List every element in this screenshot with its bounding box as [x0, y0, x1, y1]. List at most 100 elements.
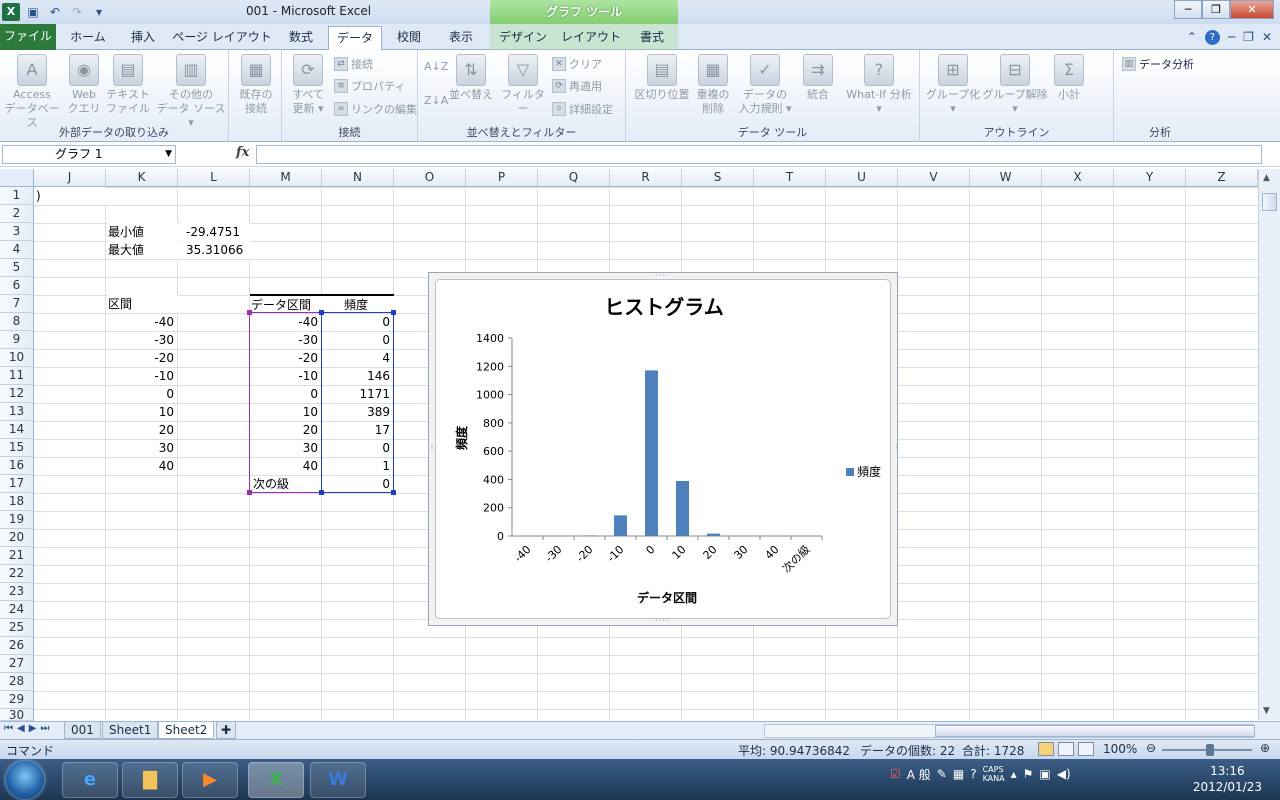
row-header[interactable]: 6 [0, 277, 34, 295]
row-header[interactable]: 4 [0, 241, 34, 259]
column-header[interactable]: L [178, 169, 250, 187]
select-all-corner[interactable] [0, 169, 34, 187]
cell-bin[interactable]: -10 [106, 367, 177, 385]
column-header[interactable]: Y [1114, 169, 1186, 187]
filter-button[interactable]: ▽ フィルター [498, 54, 548, 116]
normal-view-icon[interactable] [1038, 742, 1054, 756]
row-header[interactable]: 17 [0, 475, 34, 493]
row-header[interactable]: 19 [0, 511, 34, 529]
horizontal-scrollbar[interactable] [764, 724, 1255, 738]
x-axis-title[interactable]: データ区間 [637, 590, 697, 605]
tab-home[interactable]: ホーム [60, 26, 116, 50]
page-layout-view-icon[interactable] [1058, 742, 1074, 756]
refresh-all-button[interactable]: ⟳ すべて 更新 ▾ [286, 54, 330, 116]
x-tick-label[interactable]: -20 [574, 543, 596, 565]
column-header[interactable]: Q [538, 169, 610, 187]
column-header[interactable]: P [466, 169, 538, 187]
column-header[interactable]: M [250, 169, 322, 187]
cell-n7[interactable]: 頻度 [322, 294, 394, 312]
tab-data[interactable]: データ [328, 26, 382, 51]
restore-button[interactable]: ❐ [1202, 0, 1230, 19]
column-header[interactable]: J [34, 169, 106, 187]
row-header[interactable]: 22 [0, 565, 34, 583]
close-button[interactable]: ✕ [1230, 0, 1274, 19]
doc-minimize-icon[interactable]: ─ [1228, 30, 1235, 45]
row-header[interactable]: 16 [0, 457, 34, 475]
range-handle[interactable] [391, 310, 396, 315]
cell-bin[interactable]: 40 [106, 457, 177, 475]
help-icon[interactable]: ? [1204, 30, 1220, 45]
edit-links-button[interactable]: ∞ リンクの編集 [334, 101, 417, 117]
x-tick-label[interactable]: -40 [512, 543, 534, 565]
y-tick-label[interactable]: 600 [483, 445, 504, 458]
ungroup-button[interactable]: ⊟ グループ解除 ▾ [982, 54, 1048, 116]
customize-qat-icon[interactable]: ▾ [90, 3, 108, 21]
word-taskbar-icon[interactable]: W [310, 762, 366, 798]
start-button[interactable] [6, 761, 44, 799]
excel-taskbar-icon[interactable]: X [248, 762, 304, 798]
save-icon[interactable]: ▣ [24, 3, 42, 21]
vertical-scrollbar[interactable]: ▲ ▼ [1258, 169, 1280, 720]
insert-function-icon[interactable]: fx [236, 145, 249, 160]
tab-format[interactable]: 書式 [628, 26, 676, 50]
remove-duplicates-button[interactable]: ▦ 重複の 削除 [692, 54, 734, 116]
column-header[interactable]: T [754, 169, 826, 187]
consolidate-button[interactable]: ⇉ 統合 [798, 54, 838, 102]
text-file-button[interactable]: ▤ テキスト ファイル [106, 54, 150, 116]
sheet-tab-sheet2[interactable]: Sheet2 [158, 722, 215, 739]
web-query-button[interactable]: ◉ Web クエリ [62, 54, 106, 116]
data-analysis-button[interactable]: ▥ データ分析 [1122, 56, 1194, 72]
y-tick-label[interactable]: 200 [483, 502, 504, 515]
y-tick-label[interactable]: 1400 [476, 332, 504, 345]
status-sum[interactable]: 合計: 1728 [962, 742, 1024, 759]
minimize-button[interactable]: ─ [1174, 0, 1202, 19]
reapply-button[interactable]: ⟳ 再適用 [552, 78, 602, 94]
x-tick-label[interactable]: -10 [605, 543, 627, 565]
range-handle[interactable] [319, 310, 324, 315]
zoom-out-icon[interactable]: ⊖ [1146, 741, 1156, 755]
y-tick-label[interactable]: 800 [483, 417, 504, 430]
redo-icon[interactable]: ↷ [68, 3, 86, 21]
vertical-scroll-thumb[interactable] [1262, 193, 1277, 211]
cell-bin[interactable]: 10 [106, 403, 177, 421]
range-handle[interactable] [247, 490, 252, 495]
excel-logo-icon[interactable]: X [2, 3, 20, 21]
zoom-in-icon[interactable]: ⊕ [1260, 741, 1270, 755]
tab-insert[interactable]: 挿入 [118, 26, 168, 50]
what-if-button[interactable]: ? What-If 分析 ▾ [840, 54, 918, 116]
row-header[interactable]: 24 [0, 601, 34, 619]
insert-sheet-icon[interactable]: ✚ [216, 722, 237, 739]
x-tick-label[interactable]: 30 [732, 543, 751, 562]
cell-j1[interactable]: ) [36, 187, 106, 205]
ime-dictionary-icon[interactable]: ▦ [953, 767, 964, 781]
column-header[interactable]: O [394, 169, 466, 187]
doc-restore-icon[interactable]: ❐ [1243, 30, 1254, 45]
explorer-folder-icon[interactable]: ▇ [122, 762, 178, 798]
ime-help-icon[interactable]: ? [970, 767, 976, 781]
tab-formulas[interactable]: 数式 [278, 26, 324, 50]
existing-connections-button[interactable]: ▦ 既存の 接続 [233, 54, 279, 116]
tab-page-layout[interactable]: ページ レイアウト [170, 26, 274, 50]
properties-button[interactable]: ≡ プロパティ [334, 78, 405, 94]
minimize-ribbon-icon[interactable]: ⌃ [1187, 30, 1197, 45]
volume-icon[interactable]: ◀) [1057, 767, 1071, 781]
histogram-bar[interactable] [675, 480, 690, 536]
row-header[interactable]: 7 [0, 295, 34, 313]
sort-button[interactable]: ⇅ 並べ替え [448, 54, 494, 102]
histogram-bar[interactable] [613, 515, 628, 536]
row-header[interactable]: 11 [0, 367, 34, 385]
row-header[interactable]: 1 [0, 187, 34, 205]
text-to-columns-button[interactable]: ▤ 区切り位置 [632, 54, 692, 102]
row-header[interactable]: 23 [0, 583, 34, 601]
sort-descending-button[interactable]: Z↓A [424, 94, 448, 107]
tab-view[interactable]: 表示 [436, 26, 486, 50]
row-header[interactable]: 25 [0, 619, 34, 637]
tab-design[interactable]: デザイン [494, 26, 552, 50]
sheet-tab-sheet1[interactable]: Sheet1 [102, 722, 159, 739]
cell-k7[interactable]: 区間 [108, 295, 178, 313]
zoom-level[interactable]: 100% [1103, 742, 1137, 756]
y-tick-label[interactable]: 0 [497, 530, 504, 543]
advanced-button[interactable]: ▿ 詳細設定 [552, 101, 613, 117]
chart-area[interactable]: ヒストグラム 頻度 データ区間 0 200 400 600 800 1000 1200 140… [435, 279, 891, 619]
histogram-bar[interactable] [706, 533, 721, 536]
